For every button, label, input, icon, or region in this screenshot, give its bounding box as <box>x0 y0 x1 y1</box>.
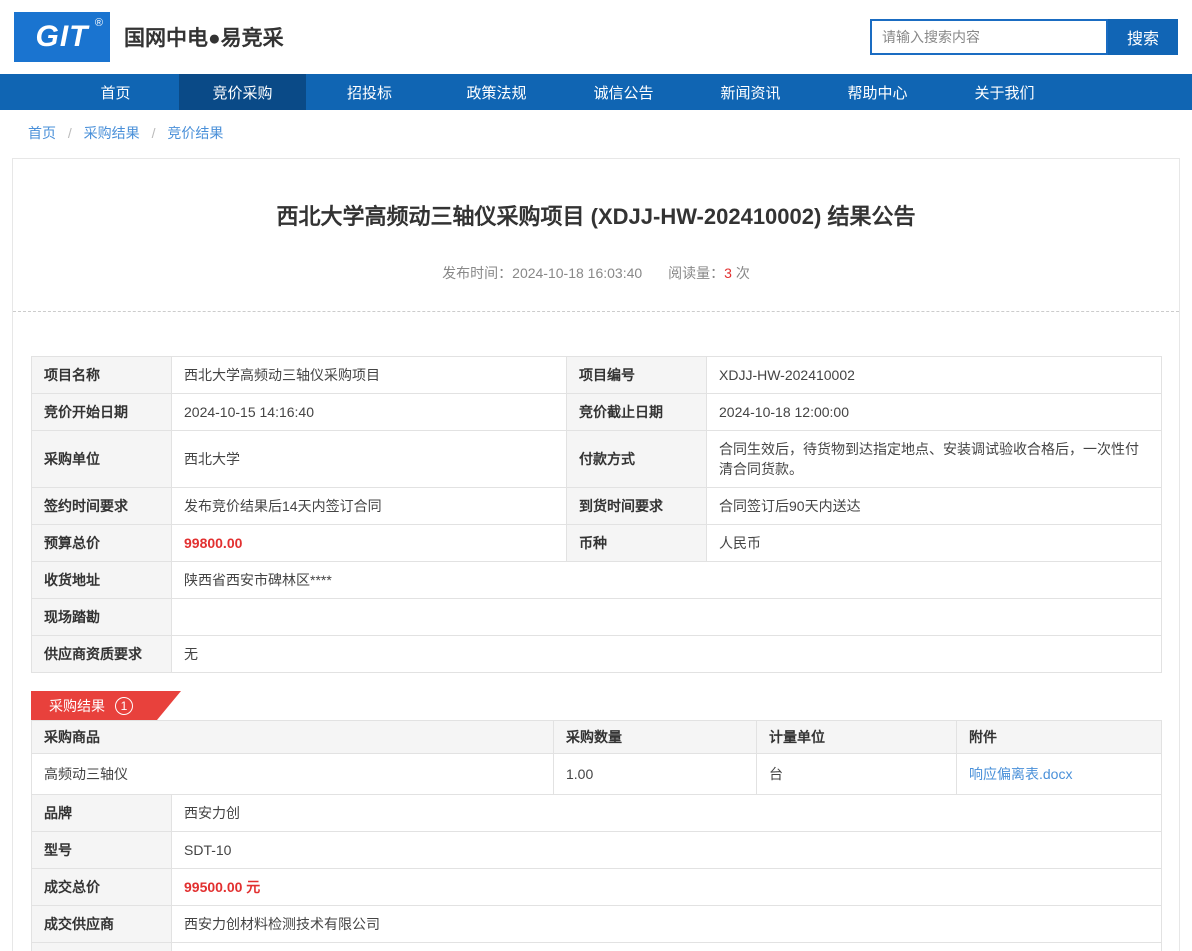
breadcrumb-bidding-results[interactable]: 竞价结果 <box>167 125 223 141</box>
detail-label: 型号 <box>31 831 172 869</box>
info-value: 人民币 <box>706 524 1162 562</box>
purchase-result-table: 采购商品 采购数量 计量单位 附件 高频动三轴仪 1.00 台 响应偏离表.do… <box>31 720 1162 951</box>
table-row: 采购单位 西北大学 付款方式 合同生效后，待货物到达指定地点、安装调试验收合格后… <box>31 430 1162 488</box>
top-header: GIT ® 国网中电●易竞采 搜索 <box>0 0 1192 74</box>
nav-item-about-us[interactable]: 关于我们 <box>941 74 1068 110</box>
detail-value: 西安力创 <box>171 794 1162 832</box>
breadcrumb-home[interactable]: 首页 <box>28 125 56 141</box>
table-row: 竞价开始日期 2024-10-15 14:16:40 竞价截止日期 2024-1… <box>31 393 1162 431</box>
nav-item-tenders[interactable]: 招投标 <box>306 74 433 110</box>
info-value: 发布竞价结果后14天内签订合同 <box>171 487 567 525</box>
info-value: 2024-10-18 12:00:00 <box>706 393 1162 431</box>
info-value: 2024-10-15 14:16:40 <box>171 393 567 431</box>
breadcrumb-purchase-results[interactable]: 采购结果 <box>84 125 140 141</box>
info-value: 陕西省西安市碑林区**** <box>171 561 1162 599</box>
nav-item-home[interactable]: 首页 <box>52 74 179 110</box>
info-label: 项目名称 <box>31 356 172 394</box>
info-value: 西北大学 <box>171 430 567 488</box>
nav-item-integrity-notices[interactable]: 诚信公告 <box>560 74 687 110</box>
info-label: 现场踏勘 <box>31 598 172 636</box>
main-nav: 首页 竞价采购 招投标 政策法规 诚信公告 新闻资讯 帮助中心 关于我们 <box>0 74 1192 110</box>
table-row: 收货地址 陕西省西安市碑林区**** <box>31 561 1162 599</box>
col-header-quantity: 采购数量 <box>553 720 757 754</box>
table-row: 供应商资质要求 无 <box>31 635 1162 673</box>
info-value: 合同签订后90天内送达 <box>706 487 1162 525</box>
project-info-table: 项目名称 西北大学高频动三轴仪采购项目 项目编号 XDJJ-HW-2024100… <box>31 356 1162 673</box>
search-button[interactable]: 搜索 <box>1108 19 1178 55</box>
attachment-link[interactable]: 响应偏离表.docx <box>969 766 1072 782</box>
detail-label: 质保及售后服务 <box>31 942 172 951</box>
info-label: 付款方式 <box>566 430 707 488</box>
info-value: 西北大学高频动三轴仪采购项目 <box>171 356 567 394</box>
table-row: 品牌 西安力创 <box>31 794 1162 832</box>
dashed-divider <box>13 311 1179 312</box>
table-row: 成交供应商 西安力创材料检测技术有限公司 <box>31 905 1162 943</box>
deal-total-price: 99500.00 元 <box>184 879 261 895</box>
badge-label: 采购结果 <box>49 697 105 714</box>
table-row: 高频动三轴仪 1.00 台 响应偏离表.docx <box>31 753 1162 795</box>
publish-time-label: 发布时间： <box>442 265 513 281</box>
table-row: 成交总价 99500.00 元 <box>31 868 1162 906</box>
info-label: 供应商资质要求 <box>31 635 172 673</box>
search-input[interactable] <box>870 19 1108 55</box>
detail-value: 西安力创材料检测技术有限公司 <box>171 905 1162 943</box>
col-header-product: 采购商品 <box>31 720 554 754</box>
info-value: XDJJ-HW-202410002 <box>706 356 1162 394</box>
table-row: 预算总价 99800.00 币种 人民币 <box>31 524 1162 562</box>
info-label: 采购单位 <box>31 430 172 488</box>
detail-value: 质保期：验收合格后1年。响应时效：即时响应（包括电话响应）；电话响应无法解决20… <box>171 942 1162 951</box>
announcement-card: 西北大学高频动三轴仪采购项目 (XDJJ-HW-202410002) 结果公告 … <box>12 158 1180 951</box>
detail-label: 成交供应商 <box>31 905 172 943</box>
product-name: 高频动三轴仪 <box>31 753 554 795</box>
breadcrumb-separator: / <box>151 125 156 141</box>
table-row: 型号 SDT-10 <box>31 831 1162 869</box>
registered-trademark-icon: ® <box>94 17 103 29</box>
nav-item-bidding-purchase[interactable]: 竞价采购 <box>179 74 306 110</box>
table-row: 质保及售后服务 质保期：验收合格后1年。响应时效：即时响应（包括电话响应）；电话… <box>31 942 1162 951</box>
breadcrumb-separator: / <box>67 125 72 141</box>
site-logo: GIT ® <box>14 12 110 62</box>
nav-item-news[interactable]: 新闻资讯 <box>687 74 814 110</box>
table-header-row: 采购商品 采购数量 计量单位 附件 <box>31 720 1162 754</box>
col-header-attachment: 附件 <box>956 720 1162 754</box>
views-label: 阅读量： <box>668 265 725 281</box>
logo-text: GIT <box>35 20 89 53</box>
views-count: 3 <box>724 265 732 281</box>
info-value: 99800.00 <box>171 524 567 562</box>
badge-count: 1 <box>115 697 133 715</box>
breadcrumb: 首页 / 采购结果 / 竞价结果 <box>0 110 1192 154</box>
info-value: 合同生效后，待货物到达指定地点、安装调试验收合格后，一次性付清合同货款。 <box>706 430 1162 488</box>
search-bar: 搜索 <box>870 19 1178 55</box>
publish-time-value: 2024-10-18 16:03:40 <box>512 265 643 281</box>
info-label: 币种 <box>566 524 707 562</box>
info-label: 到货时间要求 <box>566 487 707 525</box>
detail-value: SDT-10 <box>171 831 1162 869</box>
table-row: 项目名称 西北大学高频动三轴仪采购项目 项目编号 XDJJ-HW-2024100… <box>31 356 1162 394</box>
table-row: 签约时间要求 发布竞价结果后14天内签订合同 到货时间要求 合同签订后90天内送… <box>31 487 1162 525</box>
product-quantity: 1.00 <box>553 753 757 795</box>
purchase-result-badge: 采购结果 1 <box>31 691 181 720</box>
info-label: 竞价截止日期 <box>566 393 707 431</box>
nav-item-policies[interactable]: 政策法规 <box>433 74 560 110</box>
nav-item-help-center[interactable]: 帮助中心 <box>814 74 941 110</box>
budget-total-price: 99800.00 <box>184 535 243 551</box>
views-unit: 次 <box>735 265 750 281</box>
info-value: 无 <box>171 635 1162 673</box>
info-label: 竞价开始日期 <box>31 393 172 431</box>
table-row: 现场踏勘 <box>31 598 1162 636</box>
site-name: 国网中电●易竞采 <box>124 27 284 50</box>
col-header-unit: 计量单位 <box>756 720 957 754</box>
detail-value: 99500.00 元 <box>171 868 1162 906</box>
detail-label: 品牌 <box>31 794 172 832</box>
info-value <box>171 598 1162 636</box>
info-label: 项目编号 <box>566 356 707 394</box>
product-unit: 台 <box>756 753 957 795</box>
info-label: 签约时间要求 <box>31 487 172 525</box>
article-meta: 发布时间：2024-10-18 16:03:40 阅读量：3 次 <box>13 263 1179 283</box>
info-label: 收货地址 <box>31 561 172 599</box>
page-title: 西北大学高频动三轴仪采购项目 (XDJJ-HW-202410002) 结果公告 <box>276 204 916 229</box>
info-label: 预算总价 <box>31 524 172 562</box>
detail-label: 成交总价 <box>31 868 172 906</box>
